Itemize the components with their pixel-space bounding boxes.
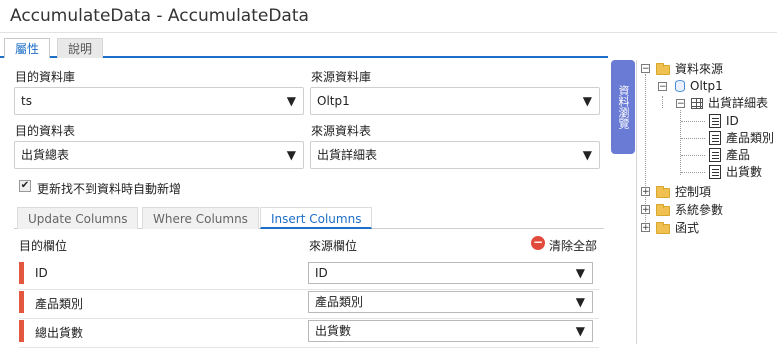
dropdown-arrow-icon: ▼ <box>575 324 585 338</box>
database-icon <box>675 80 685 92</box>
row-target-field: 總出貨數 <box>35 326 84 340</box>
dropdown-arrow-icon: ▼ <box>286 148 296 162</box>
source-db-label: 來源資料庫 <box>311 70 372 84</box>
tree-line <box>681 121 705 122</box>
dropdown-arrow-icon: ▼ <box>286 94 296 108</box>
tree-line <box>681 155 705 156</box>
folder-icon <box>656 222 670 234</box>
window-title: AccumulateData - AccumulateData <box>10 6 309 26</box>
row-marker <box>19 291 24 313</box>
auto-add-label: 更新找不到資料時自動新增 <box>37 182 182 196</box>
expand-toggle-icon[interactable]: − <box>641 64 650 74</box>
tree-item-database[interactable]: Oltp1 <box>690 78 723 94</box>
row-source-select[interactable]: 產品類別 ▼ <box>308 291 593 313</box>
auto-add-checkbox[interactable]: ✔ <box>19 180 31 192</box>
source-db-select[interactable]: Oltp1 ▼ <box>310 87 600 115</box>
expand-toggle-icon[interactable]: − <box>658 82 667 92</box>
folder-icon <box>656 186 670 198</box>
row-target-field: 產品類別 <box>35 297 84 311</box>
tab-where-columns[interactable]: Where Columns <box>142 207 259 229</box>
table-row: 產品類別 產品類別 ▼ <box>19 291 599 319</box>
folder-icon <box>656 204 670 216</box>
tree-line <box>662 96 663 108</box>
tree-item-table[interactable]: 出貨詳細表 <box>708 95 768 111</box>
tree-item-field[interactable]: ID <box>726 113 739 129</box>
target-db-select[interactable]: ts ▼ <box>14 87 304 115</box>
tree-item-field[interactable]: 產品類別 <box>726 130 774 146</box>
table-icon <box>691 98 703 109</box>
row-source-value: 出貨數 <box>315 324 352 338</box>
expand-toggle-icon[interactable]: − <box>676 99 685 109</box>
tab-insert-columns[interactable]: Insert Columns <box>260 207 373 229</box>
field-icon <box>709 114 721 128</box>
source-db-value: Oltp1 <box>317 94 350 108</box>
tree-item-functions[interactable]: 函式 <box>675 220 699 236</box>
field-icon <box>709 165 721 179</box>
field-icon <box>709 148 721 162</box>
dropdown-arrow-icon: ▼ <box>582 94 592 108</box>
tree-item-data-source[interactable]: 資料來源 <box>675 61 723 77</box>
source-table-label: 來源資料表 <box>311 124 372 138</box>
tree-item-control-items[interactable]: 控制項 <box>675 184 711 200</box>
row-target-field: ID <box>35 266 48 280</box>
header-source-field: 來源欄位 <box>309 239 358 253</box>
row-source-value: 產品類別 <box>315 295 364 309</box>
clear-all-icon[interactable]: − <box>531 236 545 250</box>
row-marker <box>19 262 24 284</box>
target-table-label: 目的資料表 <box>15 124 76 138</box>
tab-description[interactable]: 說明 <box>57 38 104 58</box>
source-table-select[interactable]: 出貨詳細表 ▼ <box>310 141 600 169</box>
dropdown-arrow-icon: ▼ <box>575 266 585 280</box>
tab-properties[interactable]: 屬性 <box>4 38 51 58</box>
dropdown-arrow-icon: ▼ <box>582 148 592 162</box>
panel-divider <box>636 60 637 344</box>
target-db-label: 目的資料庫 <box>15 70 76 84</box>
row-marker <box>19 320 24 342</box>
table-row: ID ID ▼ <box>19 262 599 290</box>
tree-item-field[interactable]: 產品 <box>726 147 750 163</box>
field-icon <box>709 131 721 145</box>
tab-update-columns[interactable]: Update Columns <box>17 207 139 229</box>
tree-line <box>680 110 681 175</box>
side-panel-tab[interactable]: 資料瀏覽 <box>611 60 635 154</box>
row-source-value: ID <box>315 266 328 280</box>
folder-icon <box>656 63 670 75</box>
tree-line <box>681 138 705 139</box>
target-db-value: ts <box>21 94 32 108</box>
header-target-field: 目的欄位 <box>19 239 68 253</box>
expand-toggle-icon[interactable]: + <box>641 223 650 233</box>
row-source-select[interactable]: ID ▼ <box>308 262 593 284</box>
source-table-value: 出貨詳細表 <box>317 148 378 162</box>
clear-all-button[interactable]: 清除全部 <box>549 237 597 254</box>
tree-line <box>681 172 705 173</box>
dropdown-arrow-icon: ▼ <box>575 295 585 309</box>
expand-toggle-icon[interactable]: + <box>641 205 650 215</box>
row-source-select[interactable]: 出貨數 ▼ <box>308 320 593 342</box>
target-table-value: 出貨總表 <box>21 148 70 162</box>
target-table-select[interactable]: 出貨總表 ▼ <box>14 141 304 169</box>
tree-item-system-params[interactable]: 系統參數 <box>675 202 723 218</box>
expand-toggle-icon[interactable]: + <box>641 187 650 197</box>
tree-item-field[interactable]: 出貨數 <box>726 164 762 180</box>
